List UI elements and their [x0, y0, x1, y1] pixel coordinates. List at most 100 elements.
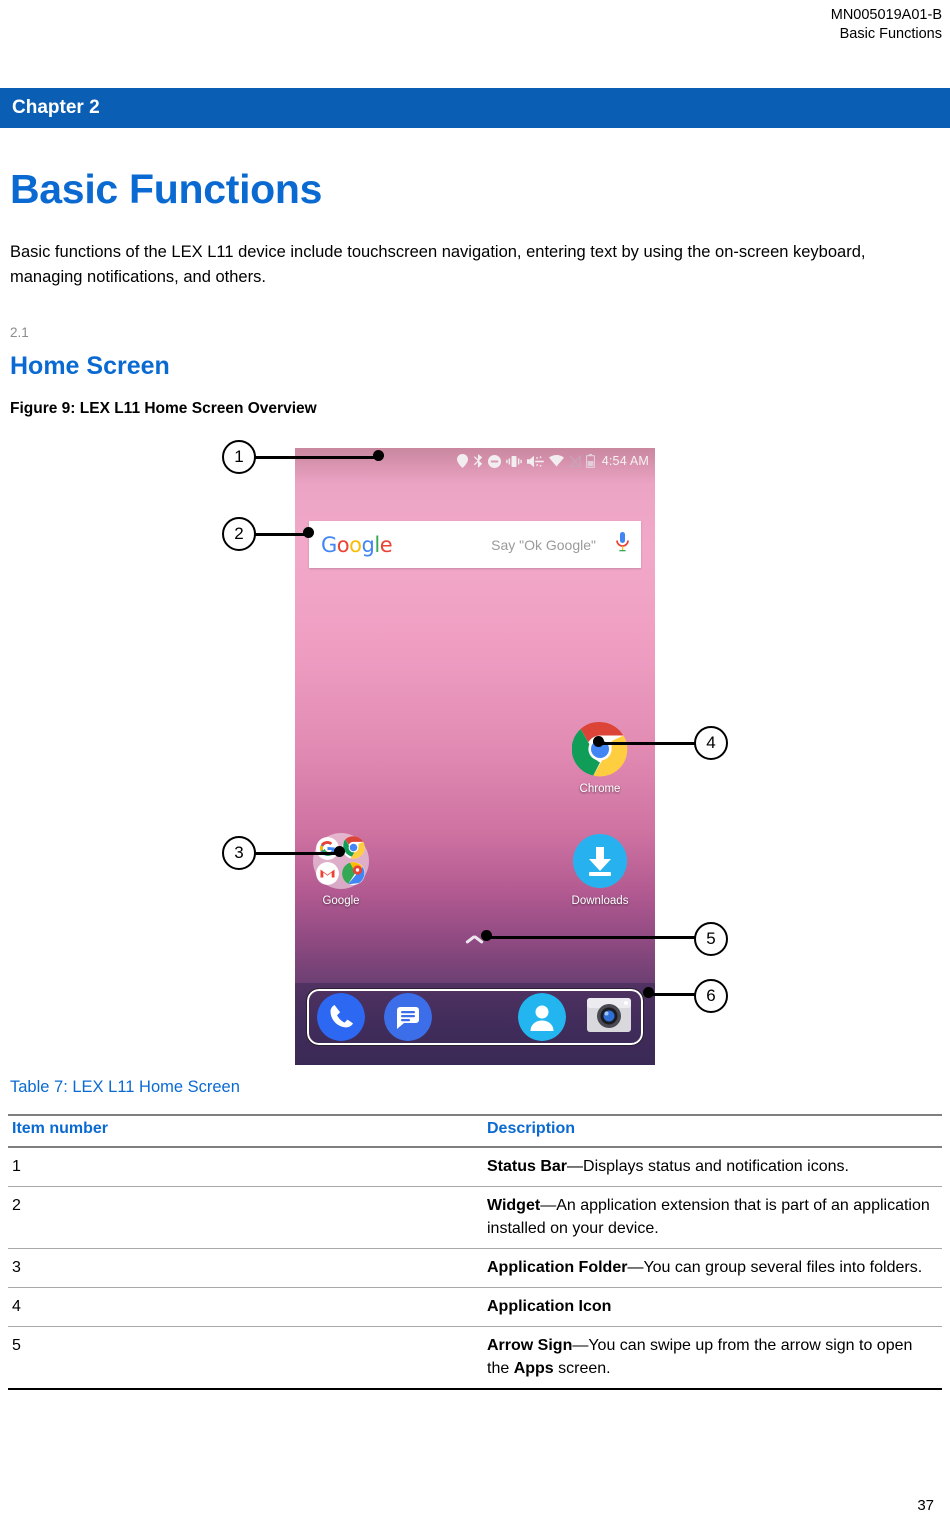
- vibrate-icon: [505, 455, 522, 468]
- chapter-label: Chapter 2: [12, 97, 100, 118]
- table-row: 3 Application Folder—You can group sever…: [8, 1248, 942, 1288]
- term-desc-tail: screen.: [553, 1360, 611, 1377]
- callout-3-label: 3: [234, 843, 244, 862]
- leader-dot-3: [334, 846, 345, 857]
- column-header-item-number: Item number: [8, 1114, 483, 1148]
- app-icon-chrome[interactable]: Chrome: [557, 721, 643, 795]
- callout-6-label: 6: [706, 986, 716, 1005]
- running-header: MN005019A01-B Basic Functions: [831, 6, 942, 44]
- callout-6: 6: [694, 979, 728, 1013]
- callout-4-label: 4: [706, 733, 716, 752]
- dock: [295, 983, 655, 1065]
- dock-item-contacts[interactable]: [509, 993, 576, 1041]
- callout-5-label: 5: [706, 929, 716, 948]
- cell-description: Application Icon: [483, 1287, 942, 1327]
- chapter-banner: Chapter 2: [0, 88, 950, 128]
- phone-home-screen: 4:54 AM Google Say "Ok Google" Chrome Do…: [295, 448, 655, 1065]
- leader-line-3: [252, 852, 342, 855]
- wifi-icon: [548, 455, 564, 467]
- page-title: Basic Functions: [10, 166, 323, 212]
- callout-5: 5: [694, 922, 728, 956]
- leader-line-1: [252, 456, 382, 459]
- google-search-widget[interactable]: Google Say "Ok Google": [309, 521, 641, 568]
- leader-dot-1: [373, 450, 384, 461]
- cell-description: Application Folder—You can group several…: [483, 1248, 942, 1288]
- page-number: 37: [917, 1497, 934, 1514]
- volume-icon: [526, 455, 544, 468]
- callout-3: 3: [222, 836, 256, 870]
- term: Widget: [487, 1197, 541, 1214]
- app-label-google-folder: Google: [322, 895, 360, 907]
- messages-icon: [383, 993, 432, 1041]
- dock-item-camera[interactable]: [576, 994, 643, 1041]
- app-label-chrome: Chrome: [579, 783, 621, 795]
- leader-line-4: [598, 742, 698, 745]
- section-title: Home Screen: [10, 352, 170, 380]
- leader-dot-6: [643, 987, 654, 998]
- leader-dot-2: [303, 527, 314, 538]
- term: Application Icon: [487, 1298, 612, 1315]
- table-row: 5 Arrow Sign—You can swipe up from the a…: [8, 1326, 942, 1390]
- column-header-description: Description: [483, 1114, 942, 1148]
- location-icon: [456, 454, 468, 468]
- leader-dot-4: [593, 736, 604, 747]
- callout-2-label: 2: [234, 524, 244, 543]
- table-caption: Table 7: LEX L11 Home Screen: [10, 1078, 240, 1096]
- maps-icon: [342, 862, 365, 885]
- microphone-icon[interactable]: [616, 532, 629, 557]
- table-row: 1 Status Bar—Displays status and notific…: [8, 1147, 942, 1187]
- app-label-downloads: Downloads: [571, 895, 629, 907]
- term-desc: —Displays status and notification icons.: [567, 1158, 849, 1175]
- cell-description: Widget—An application extension that is …: [483, 1186, 942, 1249]
- google-logo: Google: [321, 532, 393, 557]
- camera-icon: [585, 994, 633, 1041]
- term: Status Bar: [487, 1158, 568, 1175]
- callout-1: 1: [222, 440, 256, 474]
- downloads-icon: [572, 833, 628, 889]
- status-bar: 4:54 AM: [295, 448, 655, 474]
- phone-icon: [316, 993, 365, 1041]
- google-search-hint: Say "Ok Google": [491, 536, 596, 553]
- document-id: MN005019A01-B: [830, 7, 942, 23]
- dock-item-messages[interactable]: [374, 993, 441, 1041]
- google-folder-icon: [313, 833, 369, 889]
- leader-dot-5: [481, 930, 492, 941]
- figure-home-screen-overview: 1 2 3 4 5 6 4:54 AM Google Say "Ok Googl…: [0, 428, 950, 1065]
- document-section: Basic Functions: [839, 26, 942, 42]
- contacts-icon: [518, 993, 567, 1041]
- section-number: 2.1: [10, 325, 29, 340]
- callout-4: 4: [694, 726, 728, 760]
- cell-description: Arrow Sign—You can swipe up from the arr…: [483, 1326, 942, 1390]
- dock-item-phone[interactable]: [307, 993, 374, 1041]
- callout-1-label: 1: [234, 447, 244, 466]
- cell-item-number: 2: [8, 1186, 483, 1249]
- term-desc: —An application extension that is part o…: [487, 1197, 930, 1237]
- cell-description: Status Bar—Displays status and notificat…: [483, 1147, 942, 1187]
- table-row: 4 Application Icon: [8, 1287, 942, 1327]
- battery-icon: [585, 454, 595, 468]
- signal-off-icon: [568, 454, 581, 468]
- bluetooth-icon: [473, 454, 483, 468]
- gmail-icon: [316, 862, 339, 885]
- figure-caption: Figure 9: LEX L11 Home Screen Overview: [10, 400, 317, 417]
- cell-item-number: 4: [8, 1287, 483, 1327]
- status-bar-clock: 4:54 AM: [601, 454, 649, 468]
- home-screen-table: Item number Description 1 Status Bar—Dis…: [8, 1114, 942, 1390]
- dock-icon-row: [307, 989, 643, 1045]
- leader-line-5: [486, 936, 698, 939]
- term-emphasis: Apps: [513, 1360, 554, 1377]
- chrome-icon: [342, 836, 365, 859]
- table-row: 2 Widget—An application extension that i…: [8, 1186, 942, 1249]
- term: Application Folder: [487, 1259, 628, 1276]
- term-desc: —You can group several files into folder…: [627, 1259, 923, 1276]
- app-icon-downloads[interactable]: Downloads: [557, 833, 643, 907]
- cell-item-number: 5: [8, 1326, 483, 1390]
- callout-2: 2: [222, 517, 256, 551]
- intro-paragraph: Basic functions of the LEX L11 device in…: [10, 243, 866, 286]
- do-not-disturb-icon: [487, 454, 501, 468]
- app-folder-google[interactable]: Google: [298, 833, 384, 907]
- chrome-icon: [571, 721, 628, 777]
- cell-item-number: 1: [8, 1147, 483, 1187]
- leader-line-6: [648, 993, 698, 996]
- term: Arrow Sign: [487, 1337, 573, 1354]
